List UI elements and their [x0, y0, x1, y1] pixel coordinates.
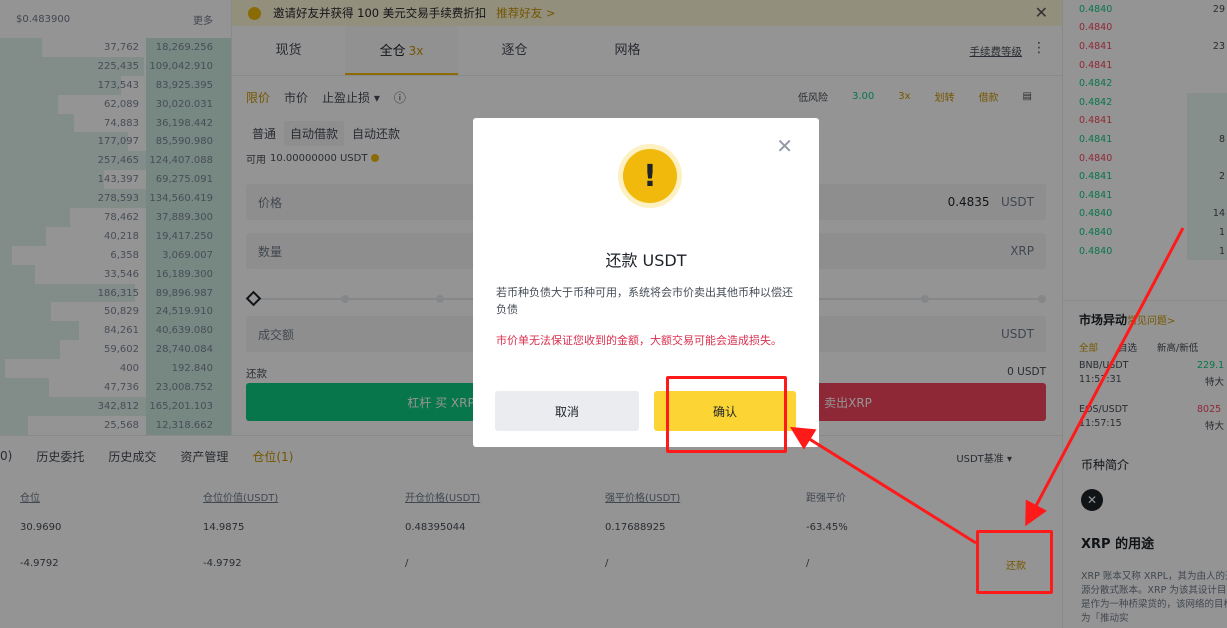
screen: $0.483900 更多 37,762 18,269.256 225,435 109,…: [0, 0, 1227, 628]
arrow-to-confirm: [789, 426, 977, 545]
arrow-to-repay: [1025, 227, 1185, 527]
